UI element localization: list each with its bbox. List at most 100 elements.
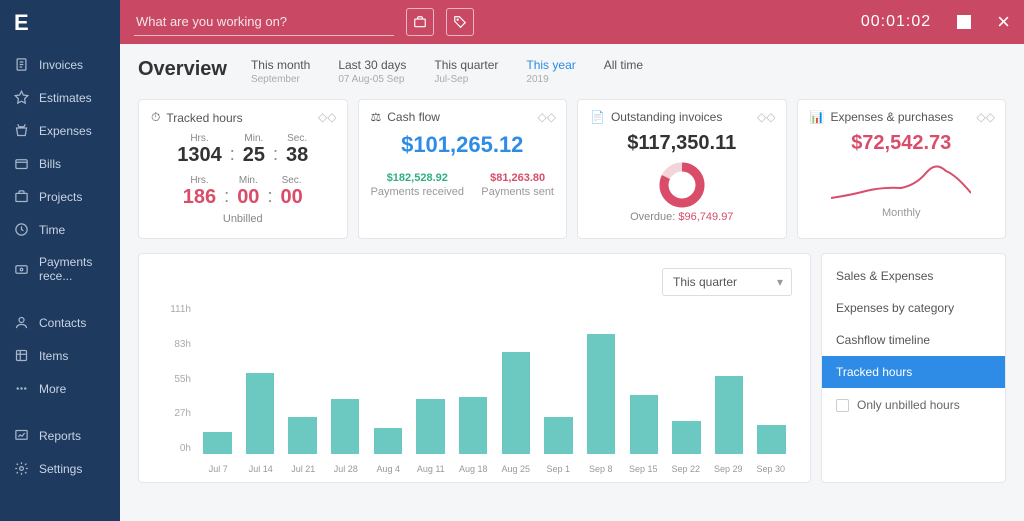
bar-col — [368, 309, 409, 454]
invoice-icon — [14, 57, 29, 72]
range-tab[interactable]: All time — [604, 58, 643, 85]
x-tick: Aug 25 — [495, 464, 538, 474]
stop-button[interactable] — [957, 15, 971, 29]
sidebar-item-payment[interactable]: Payments rece... — [0, 246, 120, 292]
range-tab[interactable]: This year2019 — [526, 58, 575, 85]
sidebar-item-label: Contacts — [39, 316, 86, 330]
more-icon — [14, 381, 29, 396]
sidebar-item-bill[interactable]: Bills — [0, 147, 120, 180]
period-dropdown[interactable]: This quarter — [662, 268, 792, 296]
sidebar-item-expense[interactable]: Expenses — [0, 114, 120, 147]
x-tick: Jul 7 — [197, 464, 240, 474]
bar-col — [197, 309, 238, 454]
x-tick: Jul 28 — [325, 464, 368, 474]
stopwatch-icon: ⏱ — [151, 110, 160, 125]
sidebar-item-time[interactable]: Time — [0, 213, 120, 246]
chart-type-option[interactable]: Sales & Expenses — [822, 260, 1005, 292]
sidebar-item-project[interactable]: Projects — [0, 180, 120, 213]
reports-icon — [14, 428, 29, 443]
bill-icon — [14, 156, 29, 171]
sparkline — [810, 163, 994, 203]
range-tab[interactable]: This quarterJul-Sep — [434, 58, 498, 85]
bar-col — [709, 309, 750, 454]
sidebar-item-contacts[interactable]: Contacts — [0, 306, 120, 339]
outstanding-card: 📄 Outstanding invoices ◇◇ $117,350.11 Ove… — [577, 99, 787, 239]
unbilled-label: Unbilled — [151, 213, 335, 225]
x-tick: Aug 4 — [367, 464, 410, 474]
bar-col — [538, 309, 579, 454]
bar — [544, 417, 572, 454]
chart-type-panel: Sales & ExpensesExpenses by categoryCash… — [821, 253, 1006, 483]
bar-col — [581, 309, 622, 454]
y-tick: 55h — [157, 374, 191, 385]
bar — [459, 397, 487, 454]
card-expand-icon[interactable]: ◇◇ — [318, 110, 336, 124]
sidebar-item-reports[interactable]: Reports — [0, 419, 120, 452]
overdue-label: Overdue: $96,749.97 — [590, 211, 774, 223]
invoice-icon: 📄 — [590, 110, 605, 124]
settings-icon — [14, 461, 29, 476]
bar — [331, 399, 359, 454]
scales-icon: ⚖ — [371, 110, 382, 124]
sidebar-item-more[interactable]: More — [0, 372, 120, 405]
unbilled-checkbox[interactable] — [836, 399, 849, 412]
card-title: Cash flow — [387, 110, 440, 124]
cashflow-amount: $101,265.12 — [371, 132, 555, 158]
task-input[interactable] — [134, 8, 394, 36]
card-expand-icon[interactable]: ◇◇ — [538, 110, 556, 124]
bar-col — [410, 309, 451, 454]
sidebar-item-label: Estimates — [39, 91, 92, 105]
project-icon — [14, 189, 29, 204]
sidebar-item-label: More — [39, 382, 66, 396]
chart-type-option[interactable]: Tracked hours — [822, 356, 1005, 388]
range-tab[interactable]: Last 30 days07 Aug-05 Sep — [338, 58, 406, 85]
x-tick: Jul 21 — [282, 464, 325, 474]
sidebar-item-settings[interactable]: Settings — [0, 452, 120, 485]
time-icon — [14, 222, 29, 237]
chart-card: This quarter 111h83h55h27h0h Jul 7Jul 14… — [138, 253, 811, 483]
cashflow-card: ⚖Cash flow ◇◇ $101,265.12 $182,528.92Pay… — [358, 99, 568, 239]
bar — [203, 432, 231, 454]
sidebar-item-label: Projects — [39, 190, 82, 204]
bar — [587, 334, 615, 454]
card-expand-icon[interactable]: ◇◇ — [977, 110, 995, 124]
tag-button[interactable] — [446, 8, 474, 36]
x-tick: Sep 1 — [537, 464, 580, 474]
sidebar-item-label: Invoices — [39, 58, 83, 72]
chart-type-option[interactable]: Expenses by category — [822, 292, 1005, 324]
y-tick: 27h — [157, 408, 191, 419]
close-button[interactable]: × — [997, 9, 1010, 35]
sidebar-item-items[interactable]: Items — [0, 339, 120, 372]
chart-type-option[interactable]: Cashflow timeline — [822, 324, 1005, 356]
estimate-icon — [14, 90, 29, 105]
bar-col — [495, 309, 536, 454]
outstanding-amount: $117,350.11 — [590, 132, 774, 155]
sidebar-item-label: Expenses — [39, 124, 92, 138]
card-expand-icon[interactable]: ◇◇ — [757, 110, 775, 124]
checkbox-label: Only unbilled hours — [857, 398, 960, 412]
bar-col — [240, 309, 281, 454]
briefcase-button[interactable] — [406, 8, 434, 36]
x-tick: Sep 30 — [750, 464, 793, 474]
sidebar-item-label: Settings — [39, 462, 82, 476]
items-icon — [14, 348, 29, 363]
card-title: Expenses & purchases — [830, 110, 953, 124]
bar-col — [325, 309, 366, 454]
card-title: Outstanding invoices — [611, 110, 722, 124]
card-title: Tracked hours — [166, 111, 242, 125]
sidebar-item-estimate[interactable]: Estimates — [0, 81, 120, 114]
sidebar-item-invoice[interactable]: Invoices — [0, 48, 120, 81]
timer-display: 00:01:02 — [861, 13, 931, 31]
range-tab[interactable]: This monthSeptember — [251, 58, 310, 85]
bar — [288, 417, 316, 454]
sidebar-item-label: Bills — [39, 157, 61, 171]
sidebar-item-label: Items — [39, 349, 68, 363]
x-tick: Aug 11 — [410, 464, 453, 474]
bar-col — [453, 309, 494, 454]
bar-col — [623, 309, 664, 454]
bar — [246, 373, 274, 454]
page-title: Overview — [138, 58, 227, 81]
sidebar-item-label: Payments rece... — [39, 255, 106, 283]
sidebar-item-label: Time — [39, 223, 65, 237]
y-tick: 0h — [157, 443, 191, 454]
